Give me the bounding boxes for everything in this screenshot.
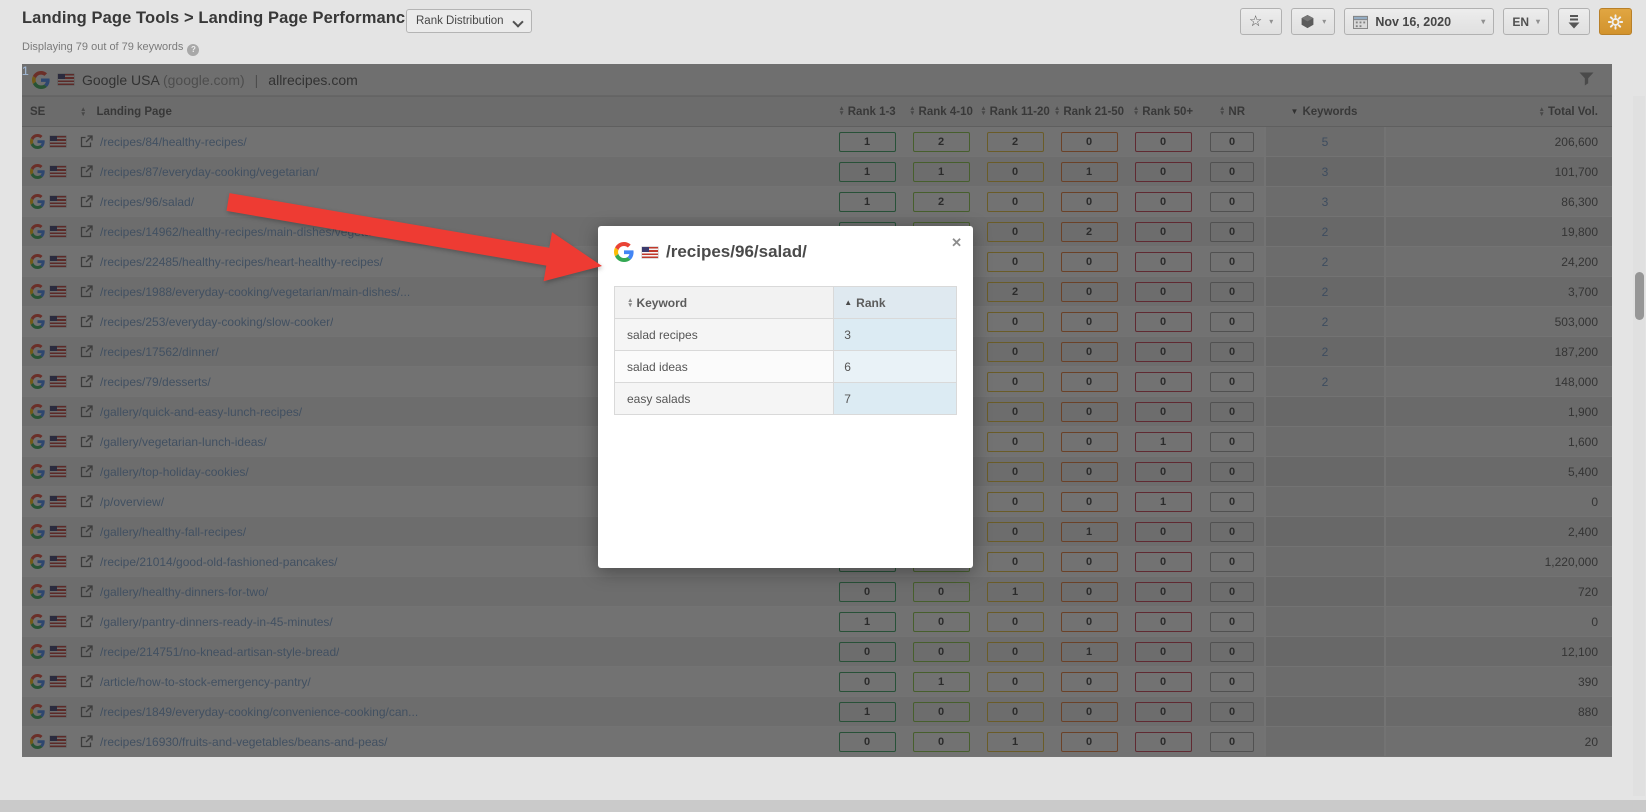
popup-rank: 7 <box>833 383 956 414</box>
popup-title: /recipes/96/salad/ <box>666 242 807 262</box>
popup-table-body: salad recipes 3 salad ideas 6 easy salad… <box>615 319 956 415</box>
popup-keyword-row: easy salads 7 <box>615 383 956 415</box>
popup-rank: 6 <box>833 351 956 382</box>
popup-keyword: salad ideas <box>615 351 833 382</box>
sort-asc-icon: ▲ <box>844 298 852 307</box>
close-icon[interactable]: ✕ <box>951 235 962 251</box>
us-flag-icon <box>642 247 658 258</box>
popup-table: ▲▼ Keyword ▲ Rank salad recipes 3 salad … <box>614 286 957 415</box>
keyword-detail-popup: ✕ /recipes/96/salad/ ▲▼ Keyword ▲ Rank s… <box>598 226 973 568</box>
popup-keyword-row: salad ideas 6 <box>615 351 956 383</box>
popup-keyword: easy salads <box>615 383 833 414</box>
popup-header: /recipes/96/salad/ <box>598 226 973 272</box>
popup-keyword-row: salad recipes 3 <box>615 319 956 351</box>
popup-keyword: salad recipes <box>615 319 833 350</box>
google-icon <box>614 242 634 262</box>
popup-col-rank[interactable]: ▲ Rank <box>833 287 956 318</box>
popup-col-keyword[interactable]: ▲▼ Keyword <box>615 287 833 318</box>
popup-rank: 3 <box>833 319 956 350</box>
sort-icon: ▲▼ <box>627 298 633 308</box>
google-icon <box>614 242 634 262</box>
popup-table-header: ▲▼ Keyword ▲ Rank <box>615 287 956 319</box>
